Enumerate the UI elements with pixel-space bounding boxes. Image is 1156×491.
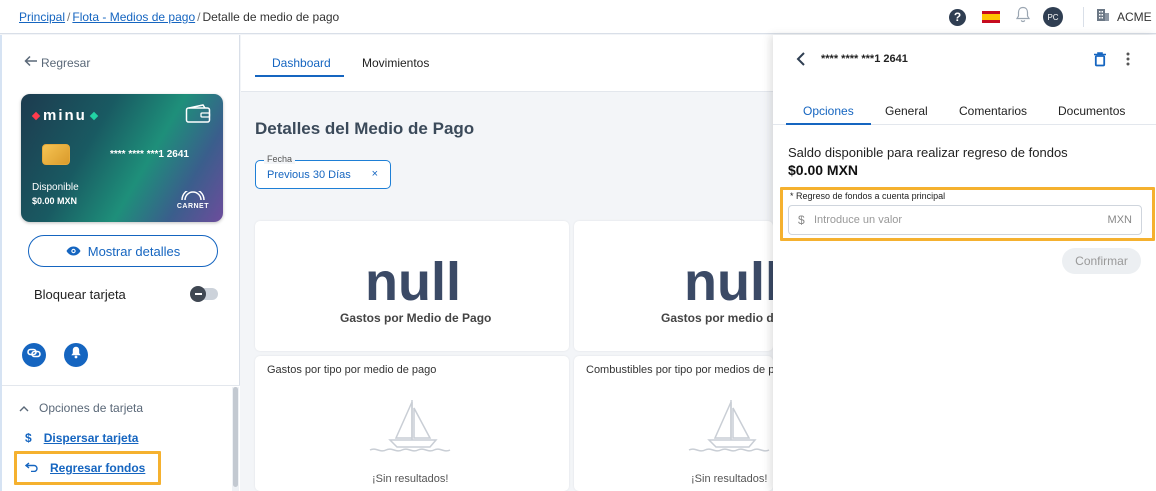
- date-filter-value: Previous 30 Días: [267, 169, 351, 181]
- detail-drawer: **** **** ***1 2641 Opciones General Com…: [773, 35, 1156, 491]
- card-available-label: Disponible: [32, 182, 79, 193]
- notifications-bell-icon[interactable]: [1015, 6, 1031, 29]
- help-icon[interactable]: ?: [949, 8, 966, 26]
- user-avatar[interactable]: PC: [1043, 7, 1063, 27]
- active-tab-indicator: [786, 123, 871, 125]
- card-sidebar: Regresar minu **** **** ***1 2641 Dispon…: [0, 35, 240, 491]
- back-label: Regresar: [41, 55, 91, 70]
- sailboat-empty-icon: [368, 396, 458, 459]
- currency-symbol: $: [798, 213, 805, 227]
- carnet-logo: CARNET: [177, 188, 209, 210]
- tab-documents[interactable]: Documentos: [1058, 104, 1125, 118]
- disperse-card-link[interactable]: $ Dispersar tarjeta: [25, 431, 138, 445]
- breadcrumb: Principal / Flota - Medios de pago / Detalle…: [19, 10, 340, 24]
- available-balance-label: Saldo disponible para realizar regreso d…: [788, 145, 1068, 160]
- link-icon: [27, 346, 41, 364]
- show-details-button[interactable]: Mostrar detalles: [28, 235, 218, 267]
- main-content: Dashboard Movimientos Detalles del Medio…: [241, 35, 773, 491]
- page-title: Detalles del Medio de Pago: [255, 119, 475, 138]
- sidebar-scrollbar[interactable]: [232, 387, 239, 491]
- stat-card-expenses: null Gastos por Medio de Pago: [255, 221, 569, 351]
- currency-unit: MXN: [1107, 214, 1132, 226]
- card-brand-logo: minu: [31, 107, 99, 124]
- building-icon: [1096, 7, 1110, 27]
- drawer-tabs: Opciones General Comentarios Documentos: [773, 93, 1156, 125]
- return-funds-amount-field: $ MXN: [788, 205, 1142, 235]
- date-filter-chip[interactable]: Fecha Previous 30 Días ×: [255, 154, 391, 189]
- stat-label: Gastos por medio de pago: [661, 311, 773, 325]
- spain-flag-icon[interactable]: [982, 11, 1000, 23]
- card-options-header[interactable]: Opciones de tarjeta: [19, 401, 143, 415]
- chevron-up-icon: [19, 401, 29, 415]
- card-balance: $0.00 MXN: [32, 196, 78, 206]
- chart-title: Combustibles por tipo por medios de pago: [586, 364, 773, 376]
- dollar-icon: $: [25, 431, 32, 445]
- empty-state-text: ¡Sin resultados!: [372, 473, 449, 485]
- breadcrumb-home-link[interactable]: Principal: [19, 10, 65, 24]
- stat-value: null: [365, 252, 461, 312]
- stat-value: null: [684, 252, 773, 312]
- divider: [1083, 7, 1084, 27]
- card-chip-icon: [42, 144, 70, 165]
- chart-card-fuel-types: Combustibles por tipo por medios de pago…: [574, 356, 773, 491]
- active-tab-indicator: [255, 75, 344, 77]
- main-tabs: Dashboard Movimientos: [241, 35, 773, 92]
- sailboat-empty-icon: [687, 396, 773, 459]
- confirm-button[interactable]: Confirmar: [1062, 248, 1141, 274]
- empty-state-text: ¡Sin resultados!: [691, 473, 768, 485]
- available-balance-value: $0.00 MXN: [788, 162, 859, 178]
- tab-comments[interactable]: Comentarios: [959, 104, 1027, 118]
- return-funds-amount-input[interactable]: [814, 211, 1094, 229]
- arrow-left-icon: [24, 55, 38, 70]
- trash-icon[interactable]: [1093, 51, 1107, 72]
- tab-general[interactable]: General: [885, 104, 928, 118]
- card-number: **** **** ***1 2641: [110, 149, 189, 160]
- more-vertical-icon[interactable]: [1125, 51, 1131, 72]
- chart-card-expense-types: Gastos por tipo por medio de pago ¡Sin r…: [255, 356, 569, 491]
- payment-card: minu **** **** ***1 2641 Disponible $0.0…: [21, 94, 223, 222]
- show-details-label: Mostrar detalles: [87, 243, 181, 259]
- top-bar: Principal / Flota - Medios de pago / Detalle…: [0, 0, 1156, 34]
- breadcrumb-current: Detalle de medio de pago: [202, 10, 340, 24]
- tab-options[interactable]: Opciones: [803, 104, 854, 118]
- block-card-toggle[interactable]: [190, 286, 218, 302]
- eye-icon: [66, 244, 81, 259]
- date-filter-legend: Fecha: [264, 154, 296, 164]
- tab-dashboard[interactable]: Dashboard: [272, 56, 331, 70]
- tab-movements[interactable]: Movimientos: [362, 56, 429, 70]
- stat-label: Gastos por Medio de Pago: [340, 311, 492, 325]
- wallet-icon: [185, 104, 211, 129]
- back-button[interactable]: Regresar: [24, 55, 90, 70]
- card-notifications-button[interactable]: [64, 343, 88, 367]
- highlight-box-return-funds: [14, 451, 161, 485]
- bell-icon: [70, 346, 82, 364]
- chart-title: Gastos por tipo por medio de pago: [267, 364, 437, 376]
- block-card-label: Bloquear tarjeta: [34, 287, 126, 302]
- stat-card-expenses-2: null Gastos por medio de pago: [574, 221, 773, 351]
- link-card-button[interactable]: [22, 343, 46, 367]
- return-funds-field-label: * Regreso de fondos a cuenta principal: [790, 191, 946, 201]
- clear-date-filter-icon[interactable]: ×: [372, 168, 378, 180]
- drawer-title: **** **** ***1 2641: [821, 53, 908, 65]
- card-options-section: Opciones de tarjeta $ Dispersar tarjeta …: [2, 385, 240, 491]
- company-name[interactable]: ACME Inc: [1117, 10, 1156, 24]
- chevron-left-icon[interactable]: [795, 51, 807, 72]
- breadcrumb-fleet-link[interactable]: Flota - Medios de pago: [72, 10, 195, 24]
